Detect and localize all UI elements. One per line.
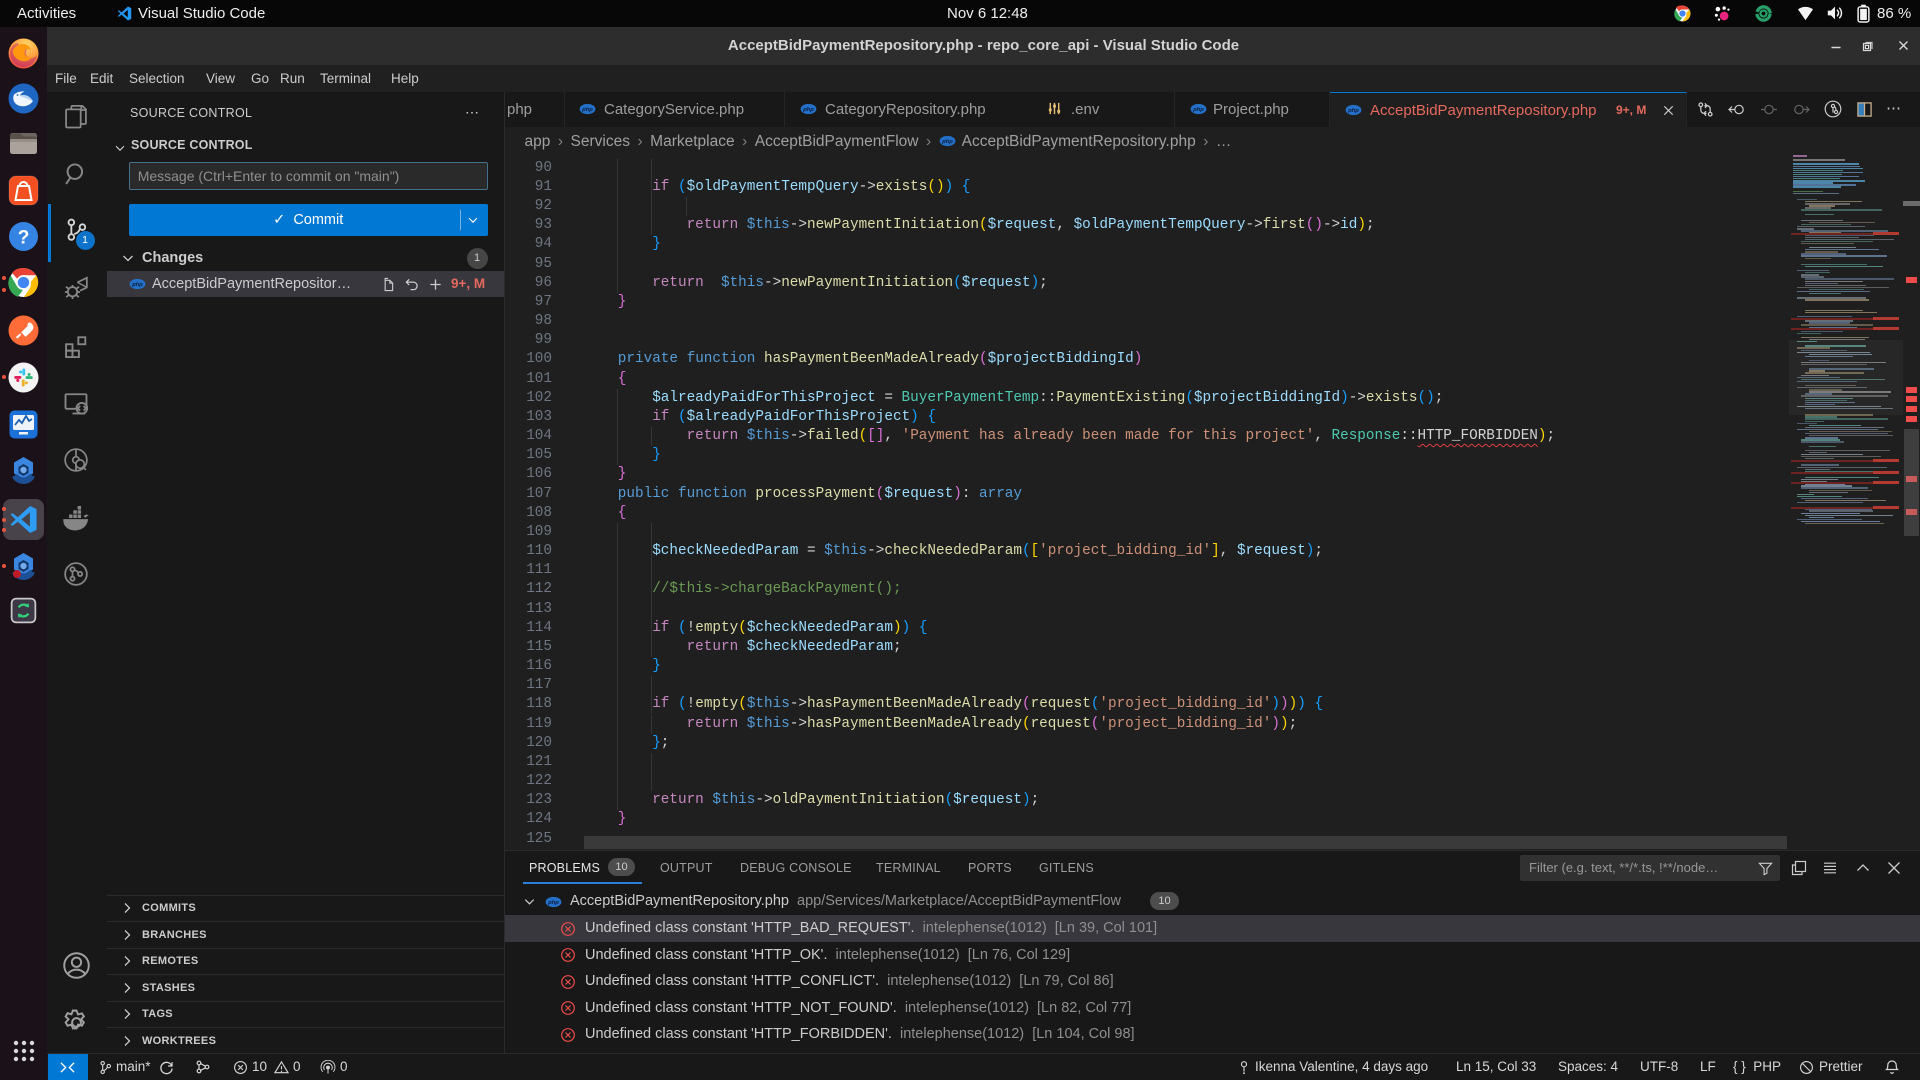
svg-text:php: php — [1347, 108, 1359, 114]
svg-text:php: php — [1192, 107, 1204, 113]
svg-text:php: php — [802, 107, 814, 113]
svg-text:php: php — [131, 282, 143, 288]
svg-text:php: php — [941, 139, 953, 145]
svg-text:?: ? — [18, 227, 30, 248]
svg-text:php: php — [581, 107, 593, 113]
svg-text:php: php — [547, 900, 559, 906]
